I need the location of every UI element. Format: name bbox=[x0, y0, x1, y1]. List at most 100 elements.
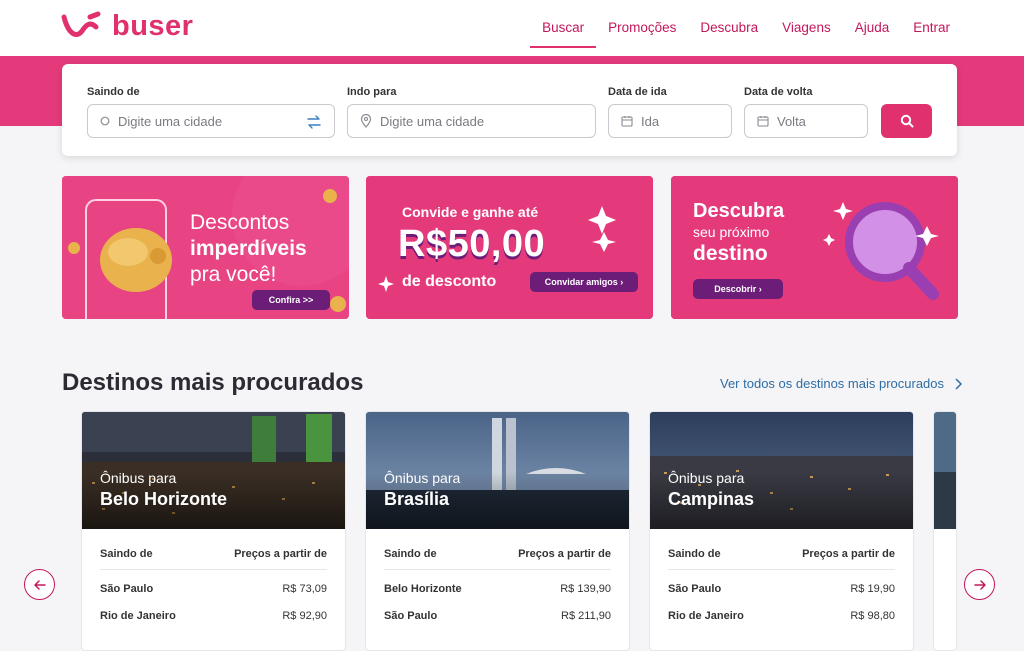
card-header: Saindo de Preços a partir de bbox=[668, 548, 895, 560]
route-origin: Rio de Janeiro bbox=[668, 610, 744, 622]
col-price: Preços a partir de bbox=[518, 548, 611, 560]
banner-invite-line1: Convide e ganhe até bbox=[402, 204, 539, 220]
search-icon bbox=[900, 114, 913, 128]
promo-banner-discover[interactable]: Descubra seu próximo destino Descobrir › bbox=[671, 176, 958, 319]
nav-buscar[interactable]: Buscar bbox=[530, 0, 597, 56]
arrow-right-icon bbox=[973, 579, 986, 590]
confira-button[interactable]: Confira >> bbox=[252, 290, 330, 310]
from-label: Saindo de bbox=[87, 86, 140, 98]
route-origin: Belo Horizonte bbox=[384, 583, 462, 595]
depart-date-field[interactable]: Ida bbox=[608, 104, 732, 138]
col-origin: Saindo de bbox=[384, 548, 437, 560]
brand-name: buser bbox=[112, 10, 194, 42]
from-placeholder: Digite uma cidade bbox=[118, 113, 223, 129]
card-city: Brasília bbox=[384, 489, 450, 509]
nav-entrar[interactable]: Entrar bbox=[901, 0, 962, 56]
card-header: Saindo de Preços a partir de bbox=[384, 548, 611, 560]
destination-card-brasilia[interactable]: Ônibus para Brasília Saindo de Preços a … bbox=[365, 411, 630, 651]
from-field[interactable]: Digite uma cidade bbox=[87, 104, 335, 138]
to-placeholder: Digite uma cidade bbox=[380, 113, 485, 129]
banner-discover-line3: destino bbox=[693, 242, 768, 265]
route-row[interactable]: Rio de Janeiro R$ 98,80 bbox=[668, 610, 895, 622]
swap-icon[interactable] bbox=[306, 114, 322, 130]
search-button[interactable] bbox=[881, 104, 932, 138]
buser-logo-icon bbox=[61, 11, 101, 37]
section-title: Destinos mais procurados bbox=[62, 369, 364, 396]
route-price: R$ 211,90 bbox=[561, 610, 611, 622]
invite-friends-button[interactable]: Convidar amigos › bbox=[530, 272, 638, 292]
nav-ajuda[interactable]: Ajuda bbox=[843, 0, 902, 56]
see-all-label: Ver todos os destinos mais procurados bbox=[720, 376, 945, 391]
divider bbox=[384, 569, 611, 570]
banner-invite-amount: R$50,00 bbox=[398, 223, 546, 265]
route-origin: São Paulo bbox=[100, 583, 154, 595]
location-pin-icon bbox=[360, 114, 372, 128]
col-origin: Saindo de bbox=[668, 548, 721, 560]
col-price: Preços a partir de bbox=[234, 548, 327, 560]
discover-label: Descobrir bbox=[714, 284, 757, 294]
destination-photo: Ônibus para Brasília bbox=[366, 412, 629, 529]
card-city: Belo Horizonte bbox=[100, 489, 228, 509]
route-row[interactable]: São Paulo R$ 19,90 bbox=[668, 583, 895, 595]
banner-discover-line1: Descubra bbox=[693, 200, 785, 222]
route-row[interactable]: São Paulo R$ 73,09 bbox=[100, 583, 327, 595]
depart-label: Data de ida bbox=[608, 86, 667, 98]
destination-photo: Ônibus para Belo Horizonte bbox=[82, 412, 345, 529]
card-prefix: Ônibus para bbox=[100, 470, 177, 486]
route-price: R$ 92,90 bbox=[282, 610, 327, 622]
calendar-icon bbox=[621, 116, 633, 127]
nav-viagens[interactable]: Viagens bbox=[770, 0, 843, 56]
route-origin: São Paulo bbox=[668, 583, 722, 595]
destination-photo bbox=[934, 412, 956, 529]
return-placeholder: Volta bbox=[777, 113, 806, 129]
col-price: Preços a partir de bbox=[802, 548, 895, 560]
calendar-icon bbox=[757, 116, 769, 127]
promo-banner-invite[interactable]: Convide e ganhe até R$50,00 de desconto … bbox=[366, 176, 653, 319]
discover-button[interactable]: Descobrir › bbox=[693, 279, 783, 299]
card-prefix: Ônibus para bbox=[668, 470, 745, 486]
banner-discounts-line2: imperdíveis bbox=[190, 237, 307, 260]
route-origin: Rio de Janeiro bbox=[100, 610, 176, 622]
carousel-prev-button[interactable] bbox=[24, 569, 55, 600]
divider bbox=[100, 569, 327, 570]
route-row[interactable]: Rio de Janeiro R$ 92,90 bbox=[100, 610, 327, 622]
main-nav: Buscar Promoções Descubra Viagens Ajuda … bbox=[530, 0, 962, 56]
route-row[interactable]: Belo Horizonte R$ 139,90 bbox=[384, 583, 611, 595]
arrow-left-icon bbox=[33, 579, 46, 590]
invite-friends-label: Convidar amigos bbox=[544, 277, 618, 287]
origin-circle-icon bbox=[100, 116, 110, 126]
destination-card-partial[interactable] bbox=[933, 411, 957, 651]
return-label: Data de volta bbox=[744, 86, 813, 98]
promo-banner-discounts[interactable]: Descontos imperdíveis pra você! Confira … bbox=[62, 176, 349, 319]
to-label: Indo para bbox=[347, 86, 397, 98]
divider bbox=[668, 569, 895, 570]
destination-card-belo-horizonte[interactable]: Ônibus para Belo Horizonte Saindo de Pre… bbox=[81, 411, 346, 651]
depart-placeholder: Ida bbox=[641, 113, 660, 129]
destination-card-campinas[interactable]: Ônibus para Campinas Saindo de Preços a … bbox=[649, 411, 914, 651]
route-price: R$ 73,09 bbox=[282, 583, 327, 595]
banner-discounts-line3: pra você! bbox=[190, 263, 277, 286]
col-origin: Saindo de bbox=[100, 548, 153, 560]
route-price: R$ 19,90 bbox=[850, 583, 895, 595]
destination-photo: Ônibus para Campinas bbox=[650, 412, 913, 529]
see-all-destinations-link[interactable]: Ver todos os destinos mais procurados bbox=[720, 376, 963, 391]
card-city: Campinas bbox=[668, 489, 755, 509]
nav-promocoes[interactable]: Promoções bbox=[596, 0, 688, 56]
route-price: R$ 139,90 bbox=[560, 583, 611, 595]
city-photo-partial bbox=[934, 412, 956, 529]
nav-descubra[interactable]: Descubra bbox=[688, 0, 770, 56]
banner-discover-line2: seu próximo bbox=[693, 224, 770, 240]
chevron-right-icon bbox=[955, 377, 963, 390]
route-row[interactable]: São Paulo R$ 211,90 bbox=[384, 610, 611, 622]
search-form: Saindo de Digite uma cidade Indo para Di… bbox=[62, 64, 957, 156]
card-prefix: Ônibus para bbox=[384, 470, 461, 486]
return-date-field[interactable]: Volta bbox=[744, 104, 868, 138]
card-header: Saindo de Preços a partir de bbox=[100, 548, 327, 560]
top-navigation-bar: buser Buscar Promoções Descubra Viagens … bbox=[0, 0, 1024, 56]
banner-discounts-text: Descontos imperdíveis pra você! bbox=[190, 210, 307, 288]
banner-invite-line3: de desconto bbox=[402, 273, 497, 290]
carousel-next-button[interactable] bbox=[964, 569, 995, 600]
buser-logo[interactable]: buser bbox=[60, 10, 193, 43]
to-field[interactable]: Digite uma cidade bbox=[347, 104, 596, 138]
route-origin: São Paulo bbox=[384, 610, 438, 622]
